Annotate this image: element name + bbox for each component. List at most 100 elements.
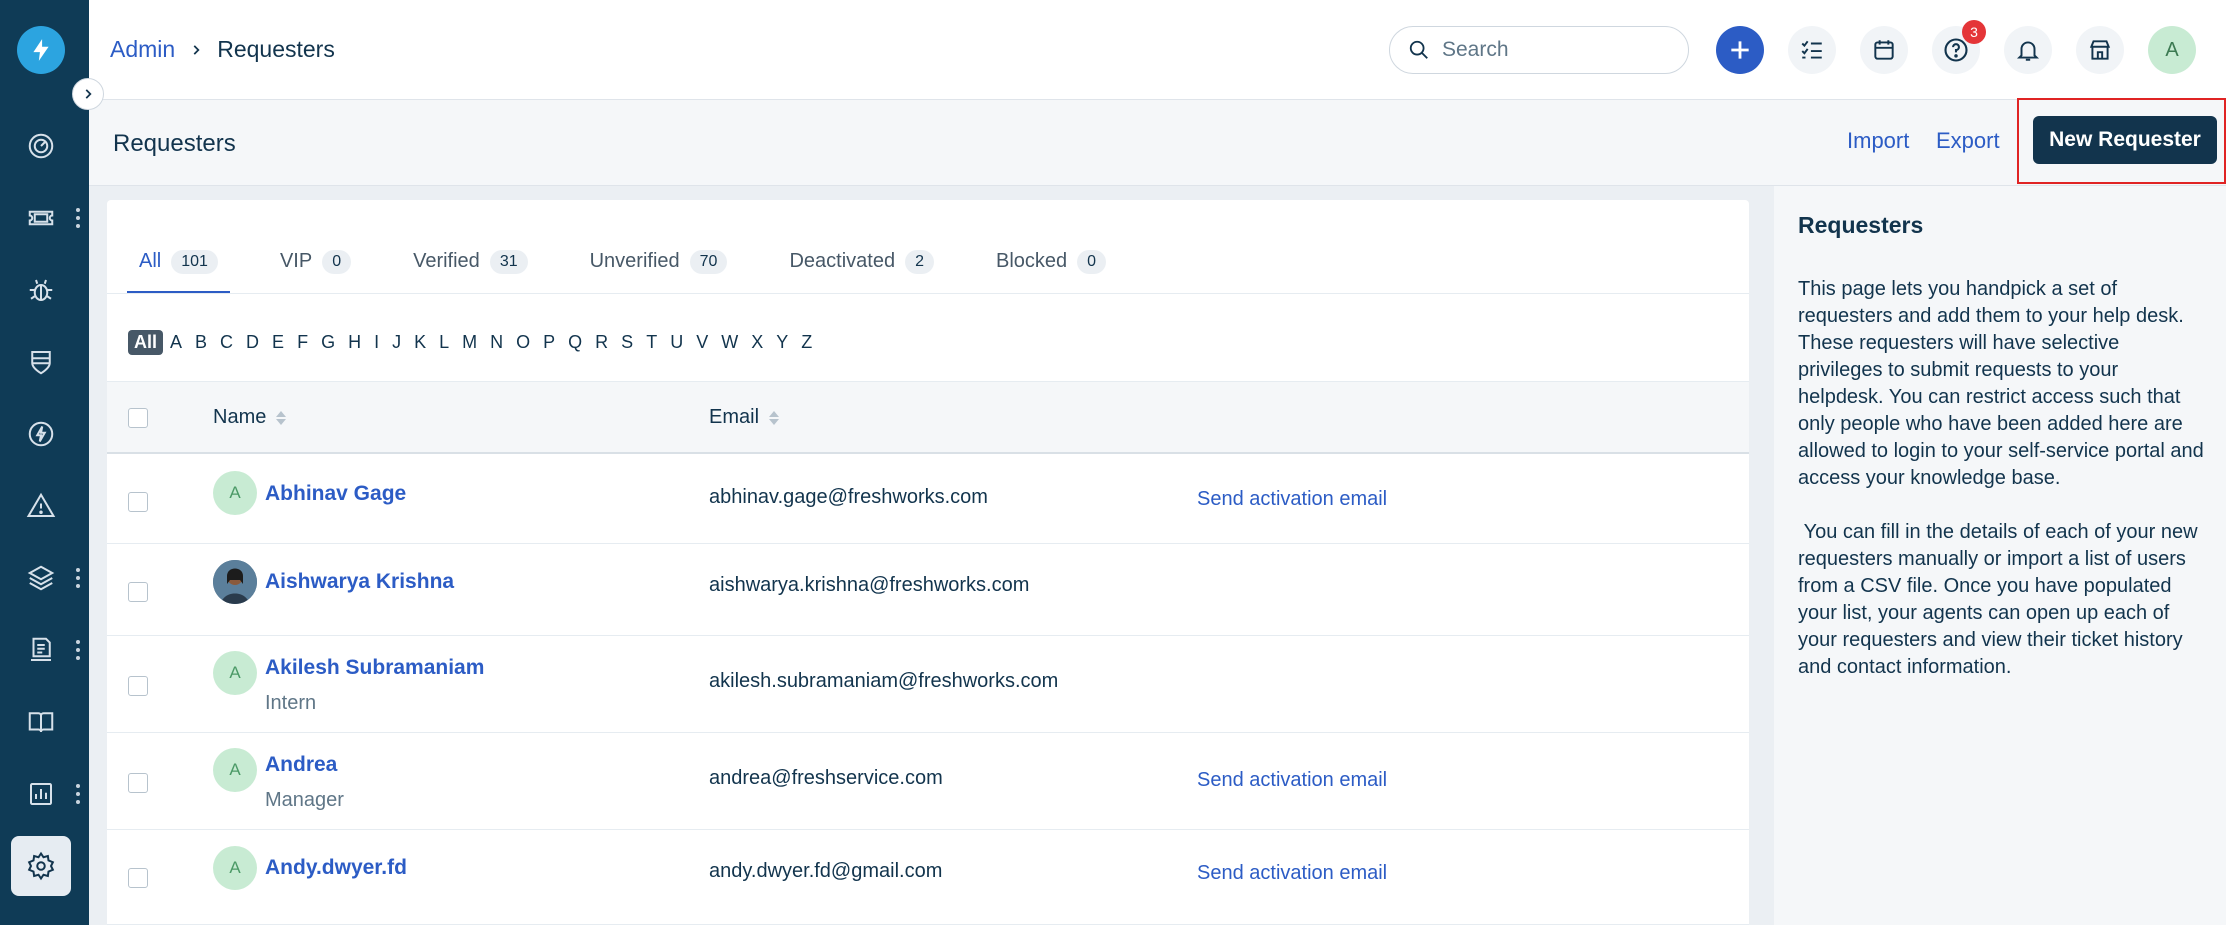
tab-label: Verified <box>413 250 480 272</box>
row-checkbox[interactable] <box>128 773 148 793</box>
select-all-checkbox[interactable] <box>128 408 148 428</box>
alpha-letter[interactable]: P <box>537 330 561 355</box>
help-button[interactable]: 3 <box>1932 20 1986 74</box>
import-button[interactable]: Import <box>1847 128 1909 154</box>
tab-verified[interactable]: Verified 31 <box>401 240 540 294</box>
alpha-letter[interactable]: R <box>589 330 614 355</box>
nav-reports-more-icon[interactable] <box>74 782 82 806</box>
alpha-letter[interactable]: B <box>189 330 213 355</box>
send-activation-email-link[interactable]: Send activation email <box>1197 488 1387 511</box>
alpha-letter[interactable]: D <box>240 330 265 355</box>
tab-deactivated[interactable]: Deactivated 2 <box>777 240 946 294</box>
nav-assets-more-icon[interactable] <box>74 566 82 590</box>
email-column-header[interactable]: Email <box>709 406 780 429</box>
alpha-letter[interactable]: O <box>510 330 536 355</box>
new-item-button[interactable] <box>1716 26 1764 74</box>
calendar-button[interactable] <box>1860 26 1908 74</box>
alpha-letter[interactable]: W <box>715 330 744 355</box>
alpha-letter[interactable]: I <box>368 330 385 355</box>
alpha-letter[interactable]: T <box>640 330 663 355</box>
table-row[interactable]: A Abhinav Gage abhinav.gage@freshworks.c… <box>107 456 1749 544</box>
sort-icon <box>276 410 287 425</box>
filter-tabs: All 101 VIP 0 Verified 31 Unverified 70 Deac… <box>127 240 1156 294</box>
app-logo[interactable] <box>17 26 65 74</box>
requester-name-link[interactable]: Aishwarya Krishna <box>265 570 454 594</box>
alpha-letter[interactable]: N <box>484 330 509 355</box>
requester-name-link[interactable]: Andrea <box>265 753 337 777</box>
nav-tickets-more-icon[interactable] <box>74 206 82 230</box>
ticket-icon <box>28 210 54 226</box>
table-row[interactable]: Aishwarya Krishna aishwarya.krishna@fres… <box>107 544 1749 636</box>
tab-vip[interactable]: VIP 0 <box>268 240 363 294</box>
requester-name-link[interactable]: Akilesh Subramaniam <box>265 656 484 680</box>
info-panel-paragraph: This page lets you handpick a set of req… <box>1798 278 2210 489</box>
user-avatar[interactable]: A <box>2148 26 2196 74</box>
table-row[interactable]: A Andy.dwyer.fd andy.dwyer.fd@gmail.com … <box>107 830 1749 925</box>
row-checkbox[interactable] <box>128 492 148 512</box>
alpha-letter[interactable]: Y <box>770 330 794 355</box>
checklist-icon <box>1801 40 1822 59</box>
marketplace-button[interactable] <box>2076 26 2124 74</box>
nav-reports[interactable] <box>11 764 71 824</box>
chart-icon <box>30 783 52 805</box>
alpha-letter[interactable]: M <box>456 330 483 355</box>
nav-knowledge[interactable] <box>11 692 71 752</box>
requester-email: andrea@freshservice.com <box>709 767 943 789</box>
tab-label: All <box>139 250 162 272</box>
nav-dashboard[interactable] <box>11 116 71 176</box>
alpha-letter[interactable]: J <box>386 330 407 355</box>
nav-problems[interactable] <box>11 260 71 320</box>
alpha-letter[interactable]: C <box>214 330 239 355</box>
name-column-header[interactable]: Name <box>213 406 287 429</box>
requester-name-link[interactable]: Abhinav Gage <box>265 482 406 506</box>
alpha-letter[interactable]: X <box>745 330 769 355</box>
avatar: A <box>213 471 257 515</box>
sidebar-expand-button[interactable] <box>72 78 104 110</box>
search-input[interactable]: Search <box>1389 26 1689 74</box>
table-row[interactable]: A Akilesh Subramaniam Intern akilesh.sub… <box>107 636 1749 733</box>
alpha-letter[interactable]: S <box>615 330 639 355</box>
send-activation-email-link[interactable]: Send activation email <box>1197 862 1387 885</box>
document-icon <box>31 637 51 661</box>
tab-count: 0 <box>322 250 352 274</box>
nav-purchase[interactable] <box>11 620 71 680</box>
alpha-letter[interactable]: Z <box>795 330 818 355</box>
alpha-all[interactable]: All <box>128 330 164 355</box>
sort-icon <box>769 410 780 425</box>
nav-assets[interactable] <box>11 548 71 608</box>
nav-releases[interactable] <box>11 404 71 464</box>
alpha-letter[interactable]: A <box>164 330 188 355</box>
send-activation-email-link[interactable]: Send activation email <box>1197 769 1387 792</box>
alpha-letter[interactable]: G <box>315 330 341 355</box>
todo-button[interactable] <box>1788 26 1836 74</box>
row-checkbox[interactable] <box>128 676 148 696</box>
breadcrumb: Admin Requesters <box>110 36 335 63</box>
alpha-letter[interactable]: H <box>342 330 367 355</box>
alpha-letter[interactable]: U <box>664 330 689 355</box>
nav-changes[interactable] <box>11 332 71 392</box>
row-checkbox[interactable] <box>128 868 148 888</box>
notifications-button[interactable] <box>2004 26 2052 74</box>
tab-unverified[interactable]: Unverified 70 <box>578 240 740 294</box>
export-button[interactable]: Export <box>1936 128 2000 154</box>
gear-icon <box>27 851 55 881</box>
table-row[interactable]: A Andrea Manager andrea@freshservice.com… <box>107 733 1749 830</box>
alpha-letter[interactable]: K <box>408 330 432 355</box>
tab-blocked[interactable]: Blocked 0 <box>984 240 1118 294</box>
alpha-letter[interactable]: Q <box>562 330 588 355</box>
new-requester-button[interactable]: New Requester <box>2033 116 2217 164</box>
nav-alerts[interactable] <box>11 476 71 536</box>
nav-tickets[interactable] <box>11 188 71 248</box>
alpha-letter[interactable]: F <box>291 330 314 355</box>
alpha-letter[interactable]: E <box>266 330 290 355</box>
tab-all[interactable]: All 101 <box>127 240 230 294</box>
row-checkbox[interactable] <box>128 582 148 602</box>
alpha-letter[interactable]: L <box>433 330 455 355</box>
nav-purchase-more-icon[interactable] <box>74 638 82 662</box>
requester-name-link[interactable]: Andy.dwyer.fd <box>265 856 407 880</box>
avatar: A <box>213 651 257 695</box>
nav-admin[interactable] <box>11 836 71 896</box>
tab-count: 70 <box>689 250 728 274</box>
breadcrumb-admin-link[interactable]: Admin <box>110 36 175 63</box>
alpha-letter[interactable]: V <box>690 330 714 355</box>
